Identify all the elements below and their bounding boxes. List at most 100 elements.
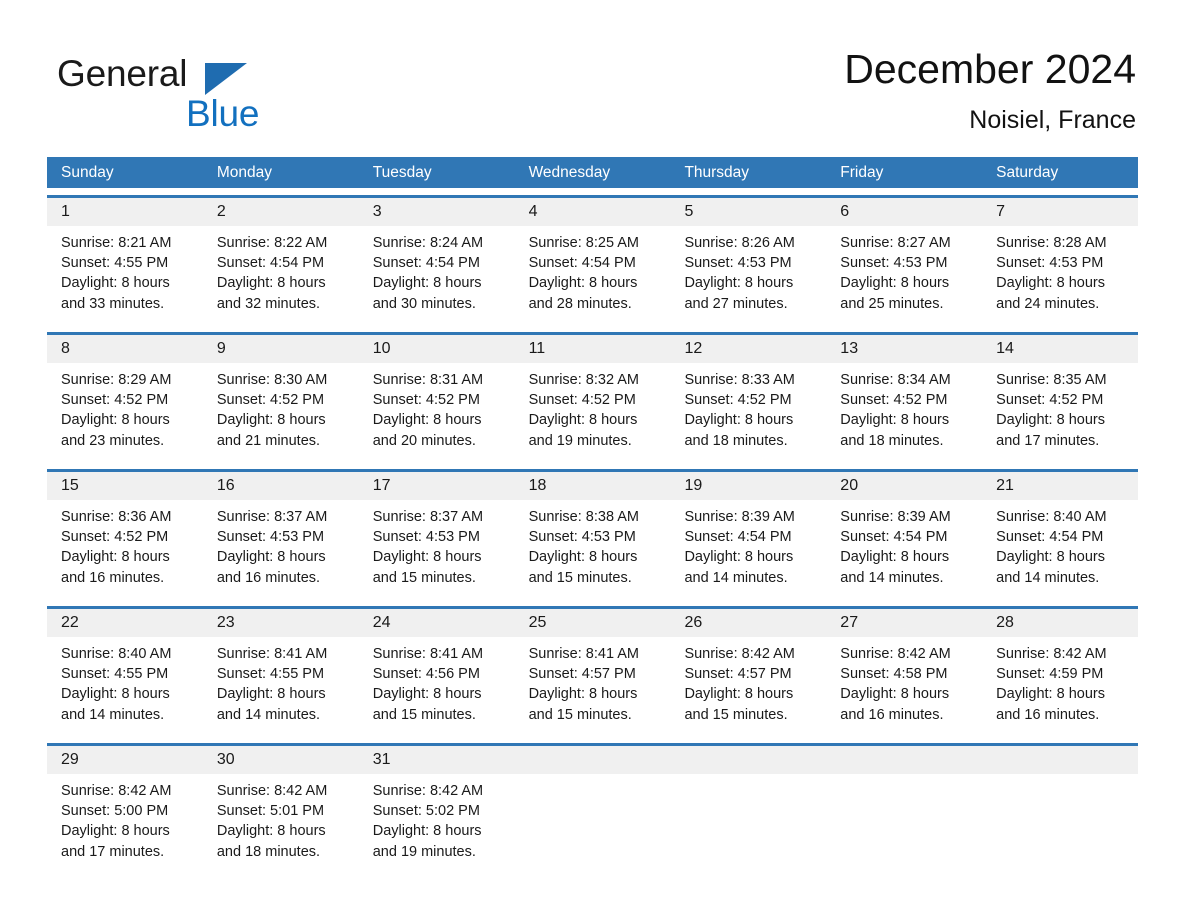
day-cell[interactable]: Sunrise: 8:28 AM Sunset: 4:53 PM Dayligh… <box>982 226 1138 325</box>
day-cell[interactable]: Sunrise: 8:40 AM Sunset: 4:54 PM Dayligh… <box>982 500 1138 599</box>
day-number[interactable]: 14 <box>982 335 1138 363</box>
sunset-text: Sunset: 4:52 PM <box>684 392 792 409</box>
daylight-text-l2: and 19 minutes. <box>372 843 476 860</box>
day-cell[interactable]: Sunrise: 8:41 AM Sunset: 4:57 PM Dayligh… <box>515 637 671 736</box>
sunset-text: Sunset: 4:52 PM <box>372 392 480 409</box>
day-cell[interactable]: Sunrise: 8:42 AM Sunset: 5:00 PM Dayligh… <box>47 774 203 873</box>
day-cell[interactable]: Sunrise: 8:30 AM Sunset: 4:52 PM Dayligh… <box>203 363 359 462</box>
sunrise-text: Sunrise: 8:34 AM <box>840 372 951 388</box>
day-number[interactable]: 4 <box>515 198 671 226</box>
day-cell[interactable]: Sunrise: 8:24 AM Sunset: 4:54 PM Dayligh… <box>359 226 515 325</box>
day-cell[interactable]: Sunrise: 8:25 AM Sunset: 4:54 PM Dayligh… <box>515 226 671 325</box>
day-cell[interactable]: Sunrise: 8:42 AM Sunset: 4:59 PM Dayligh… <box>982 637 1138 736</box>
day-cell[interactable]: Sunrise: 8:41 AM Sunset: 4:56 PM Dayligh… <box>359 637 515 736</box>
day-cell[interactable]: Sunrise: 8:26 AM Sunset: 4:53 PM Dayligh… <box>670 226 826 325</box>
day-cell[interactable]: Sunrise: 8:27 AM Sunset: 4:53 PM Dayligh… <box>826 226 982 325</box>
day-number[interactable]: 10 <box>359 335 515 363</box>
daylight-text-l2: and 14 minutes. <box>840 569 944 586</box>
day-cell[interactable]: Sunrise: 8:40 AM Sunset: 4:55 PM Dayligh… <box>47 637 203 736</box>
day-number[interactable]: 26 <box>670 609 826 637</box>
daylight-text-l1: Daylight: 8 hours <box>372 412 482 429</box>
daylight-text-l1: Daylight: 8 hours <box>840 686 950 703</box>
day-number[interactable]: 8 <box>47 335 203 363</box>
day-number[interactable]: 21 <box>982 472 1138 500</box>
day-number[interactable]: 16 <box>203 472 359 500</box>
sunset-text: Sunset: 4:54 PM <box>996 529 1104 546</box>
day-number[interactable]: 27 <box>826 609 982 637</box>
day-number[interactable]: 18 <box>515 472 671 500</box>
day-cell[interactable]: Sunrise: 8:39 AM Sunset: 4:54 PM Dayligh… <box>826 500 982 599</box>
day-cell[interactable]: Sunrise: 8:41 AM Sunset: 4:55 PM Dayligh… <box>203 637 359 736</box>
sunset-text: Sunset: 4:55 PM <box>61 255 169 272</box>
day-cell[interactable]: Sunrise: 8:33 AM Sunset: 4:52 PM Dayligh… <box>670 363 826 462</box>
day-cell[interactable]: Sunrise: 8:38 AM Sunset: 4:53 PM Dayligh… <box>515 500 671 599</box>
sunrise-text: Sunrise: 8:28 AM <box>996 235 1107 251</box>
daylight-text-l2: and 15 minutes. <box>684 706 788 723</box>
sunset-text: Sunset: 4:53 PM <box>372 529 480 546</box>
day-cell[interactable]: Sunrise: 8:42 AM Sunset: 5:02 PM Dayligh… <box>359 774 515 873</box>
day-number[interactable]: 3 <box>359 198 515 226</box>
day-cell[interactable]: Sunrise: 8:34 AM Sunset: 4:52 PM Dayligh… <box>826 363 982 462</box>
day-cell[interactable]: Sunrise: 8:42 AM Sunset: 5:01 PM Dayligh… <box>203 774 359 873</box>
sunrise-text: Sunrise: 8:41 AM <box>528 646 639 662</box>
day-number[interactable]: 12 <box>670 335 826 363</box>
day-cell[interactable]: Sunrise: 8:36 AM Sunset: 4:52 PM Dayligh… <box>47 500 203 599</box>
sunrise-text: Sunrise: 8:42 AM <box>61 783 172 799</box>
sunrise-text: Sunrise: 8:40 AM <box>996 509 1107 525</box>
day-number[interactable]: 13 <box>826 335 982 363</box>
sunset-text: Sunset: 4:52 PM <box>61 392 169 409</box>
sunset-text: Sunset: 4:56 PM <box>372 666 480 683</box>
logo-text-blue: Blue <box>186 93 260 134</box>
sunset-text: Sunset: 4:57 PM <box>684 666 792 683</box>
week-detail-strip: Sunrise: 8:36 AM Sunset: 4:52 PM Dayligh… <box>47 500 1138 599</box>
sunrise-text: Sunrise: 8:24 AM <box>372 235 484 251</box>
day-number[interactable]: 20 <box>826 472 982 500</box>
day-number[interactable]: 28 <box>982 609 1138 637</box>
daylight-text-l2: and 14 minutes. <box>684 569 788 586</box>
day-number[interactable]: 7 <box>982 198 1138 226</box>
day-number[interactable]: 23 <box>203 609 359 637</box>
daylight-text-l1: Daylight: 8 hours <box>61 549 170 566</box>
sunrise-text: Sunrise: 8:42 AM <box>372 783 484 799</box>
daylight-text-l1: Daylight: 8 hours <box>840 275 950 292</box>
day-number[interactable]: 29 <box>47 746 203 774</box>
day-number[interactable]: 9 <box>203 335 359 363</box>
day-number[interactable]: 22 <box>47 609 203 637</box>
day-cell[interactable]: Sunrise: 8:35 AM Sunset: 4:52 PM Dayligh… <box>982 363 1138 462</box>
week-daynumber-strip: 1 2 3 4 5 6 7 <box>47 198 1138 226</box>
day-cell[interactable]: Sunrise: 8:37 AM Sunset: 4:53 PM Dayligh… <box>359 500 515 599</box>
day-cell[interactable]: Sunrise: 8:31 AM Sunset: 4:52 PM Dayligh… <box>359 363 515 462</box>
weekday-header-thursday: Thursday <box>684 164 750 181</box>
daylight-text-l2: and 18 minutes. <box>840 432 944 449</box>
day-number[interactable]: 31 <box>359 746 515 774</box>
day-cell[interactable]: Sunrise: 8:21 AM Sunset: 4:55 PM Dayligh… <box>47 226 203 325</box>
day-number[interactable]: 19 <box>670 472 826 500</box>
day-number[interactable]: 17 <box>359 472 515 500</box>
day-number[interactable]: 25 <box>515 609 671 637</box>
day-number[interactable]: 30 <box>203 746 359 774</box>
week-daynumber-strip: 15 16 17 18 19 20 21 <box>47 472 1138 500</box>
general-blue-logo: General Blue <box>57 52 357 134</box>
sunrise-text: Sunrise: 8:37 AM <box>216 509 328 525</box>
day-cell[interactable]: Sunrise: 8:37 AM Sunset: 4:53 PM Dayligh… <box>203 500 359 599</box>
logo-triangle-icon <box>205 63 247 95</box>
sunrise-text: Sunrise: 8:41 AM <box>372 646 484 662</box>
day-number[interactable]: 15 <box>47 472 203 500</box>
day-number[interactable]: 5 <box>670 198 826 226</box>
sunrise-text: Sunrise: 8:26 AM <box>684 235 795 251</box>
day-cell[interactable]: Sunrise: 8:29 AM Sunset: 4:52 PM Dayligh… <box>47 363 203 462</box>
daylight-text-l1: Daylight: 8 hours <box>216 686 326 703</box>
day-cell[interactable]: Sunrise: 8:39 AM Sunset: 4:54 PM Dayligh… <box>670 500 826 599</box>
day-number[interactable]: 1 <box>47 198 203 226</box>
day-cell-empty <box>670 774 826 873</box>
day-number[interactable]: 2 <box>203 198 359 226</box>
day-number[interactable]: 11 <box>515 335 671 363</box>
day-cell[interactable]: Sunrise: 8:42 AM Sunset: 4:57 PM Dayligh… <box>670 637 826 736</box>
day-number[interactable]: 6 <box>826 198 982 226</box>
day-cell[interactable]: Sunrise: 8:42 AM Sunset: 4:58 PM Dayligh… <box>826 637 982 736</box>
day-cell[interactable]: Sunrise: 8:32 AM Sunset: 4:52 PM Dayligh… <box>515 363 671 462</box>
day-cell[interactable]: Sunrise: 8:22 AM Sunset: 4:54 PM Dayligh… <box>203 226 359 325</box>
day-number[interactable]: 24 <box>359 609 515 637</box>
week-detail-strip: Sunrise: 8:29 AM Sunset: 4:52 PM Dayligh… <box>47 363 1138 462</box>
calendar-page: General Blue December 2024 Noisiel, Fran… <box>0 0 1188 918</box>
